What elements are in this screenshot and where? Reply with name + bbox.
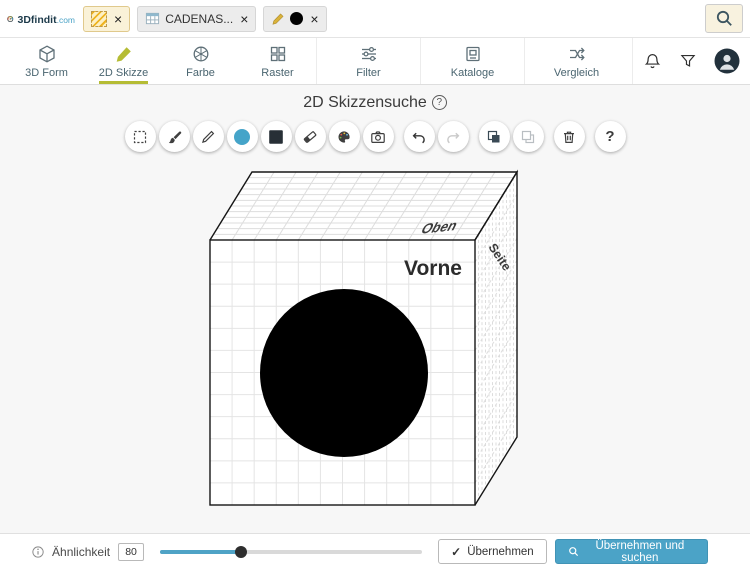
gauge-logo-icon <box>7 15 14 22</box>
chip-label: CADENAS... <box>165 11 234 26</box>
eraser-icon <box>303 130 317 143</box>
slider-handle[interactable] <box>235 545 248 558</box>
search-icon <box>568 547 578 557</box>
search-chip-catalog[interactable]: CADENAS... × <box>137 5 257 32</box>
tab-label: Filter <box>356 66 381 79</box>
search-chip-sketch-swatch[interactable]: × <box>83 5 131 32</box>
camera-tool[interactable] <box>362 121 394 152</box>
tab-bar-right <box>632 38 750 84</box>
sketch-canvas[interactable]: Vorne Oben Seite <box>0 157 750 517</box>
tab-label: Farbe <box>186 66 215 79</box>
search-button[interactable] <box>705 4 743 33</box>
catalog-icon <box>465 46 480 61</box>
raster-grid-icon <box>270 46 285 61</box>
close-icon[interactable]: × <box>310 12 318 26</box>
redo-button[interactable] <box>437 121 469 152</box>
undo-icon <box>412 132 425 143</box>
redo-icon <box>447 132 460 143</box>
filter-button[interactable] <box>679 52 697 70</box>
hatch-swatch-icon <box>91 10 107 27</box>
compare-arrows-icon <box>569 47 585 60</box>
palette-icon <box>338 130 350 143</box>
undo-button[interactable] <box>403 121 435 152</box>
search-chip-sketch[interactable]: × <box>263 5 327 32</box>
tab-3d-form[interactable]: 3D Form <box>8 38 85 84</box>
toolbar-help-button[interactable]: ? <box>594 121 626 152</box>
check-icon: ✓ <box>451 544 462 559</box>
search-icon <box>716 10 732 26</box>
brand-name: 3Dfindit.com <box>17 13 76 26</box>
search-chips: × CADENAS... × × <box>83 5 327 32</box>
page-help-icon[interactable]: ? <box>431 95 447 110</box>
eraser-tool[interactable] <box>294 121 326 152</box>
filter-sliders-icon <box>361 46 376 61</box>
sketch-toolbar: ? <box>0 121 750 152</box>
tab-farbe[interactable]: Farbe <box>162 38 239 84</box>
send-backward-button[interactable] <box>512 121 544 152</box>
tab-label: Raster <box>261 66 294 79</box>
tab-kataloge[interactable]: Kataloge <box>420 38 524 84</box>
footer-bar: Ähnlichkeit ✓ Übernehmen Übernehmen und … <box>0 533 750 569</box>
tab-label: 2D Skizze <box>98 66 149 79</box>
bring-forward-button[interactable] <box>478 121 510 152</box>
notifications-button[interactable] <box>643 52 662 71</box>
tab-filter[interactable]: Filter <box>316 38 420 84</box>
filled-rectangle-icon <box>269 129 283 144</box>
pencil-icon <box>202 130 215 143</box>
marquee-select-tool[interactable] <box>124 121 156 152</box>
tab-vergleich[interactable]: Vergleich <box>524 38 628 84</box>
close-icon[interactable]: × <box>114 12 122 26</box>
user-icon <box>714 48 740 74</box>
send-backward-icon <box>521 130 535 143</box>
tab-label: Vergleich <box>553 66 600 79</box>
similarity-label: Ähnlichkeit <box>52 544 111 559</box>
marquee-select-icon <box>133 130 147 143</box>
pencil-tool[interactable] <box>192 121 224 152</box>
bell-icon <box>644 53 661 68</box>
front-face-label: Vorne <box>404 257 462 280</box>
color-wheel-icon <box>193 46 208 61</box>
top-bar: 3Dfindit.com × CADENAS... × × <box>0 0 750 38</box>
bring-forward-icon <box>487 130 500 142</box>
brush-tool[interactable] <box>158 121 190 152</box>
similarity-slider[interactable] <box>160 545 423 559</box>
pencil-icon <box>272 13 284 25</box>
apply-and-search-button-label: Übernehmen und suchen <box>595 539 685 564</box>
filled-circle-icon <box>234 128 250 145</box>
funnel-icon <box>680 55 696 67</box>
delete-button[interactable] <box>553 121 585 152</box>
black-circle-icon <box>290 12 304 25</box>
page-title: 2D Skizzensuche <box>303 94 427 111</box>
catalog-table-icon <box>146 12 160 25</box>
info-icon[interactable] <box>32 545 44 559</box>
trash-icon <box>564 131 574 143</box>
apply-button-label: Übernehmen <box>467 545 534 558</box>
pencil-icon <box>116 46 131 62</box>
camera-icon <box>371 130 385 143</box>
palette-tool[interactable] <box>328 121 360 152</box>
circle-shape-tool[interactable] <box>226 121 258 152</box>
rectangle-shape-tool[interactable] <box>260 121 292 152</box>
apply-button[interactable]: ✓ Übernehmen <box>438 539 547 564</box>
user-avatar[interactable] <box>714 48 740 74</box>
tab-2d-skizze[interactable]: 2D Skizze <box>85 38 162 84</box>
tab-label: Kataloge <box>450 66 495 79</box>
apply-and-search-button[interactable]: Übernehmen und suchen <box>554 539 708 564</box>
tab-raster[interactable]: Raster <box>239 38 316 84</box>
tab-bar: 3D Form 2D Skizze Farbe Raster Filter Ka… <box>0 38 750 85</box>
canvas-area: 2D Skizzensuche? ? Vorne Oben Seite <box>0 85 750 533</box>
slider-fill <box>160 549 242 554</box>
close-icon[interactable]: × <box>240 12 248 26</box>
logo[interactable]: 3Dfindit.com <box>7 6 75 32</box>
similarity-input[interactable] <box>118 542 145 561</box>
question-mark-icon: ? <box>605 128 615 145</box>
cube-icon <box>38 44 55 63</box>
tab-label: 3D Form <box>25 66 68 79</box>
sketched-black-circle[interactable] <box>260 289 428 457</box>
brush-icon <box>168 131 182 143</box>
